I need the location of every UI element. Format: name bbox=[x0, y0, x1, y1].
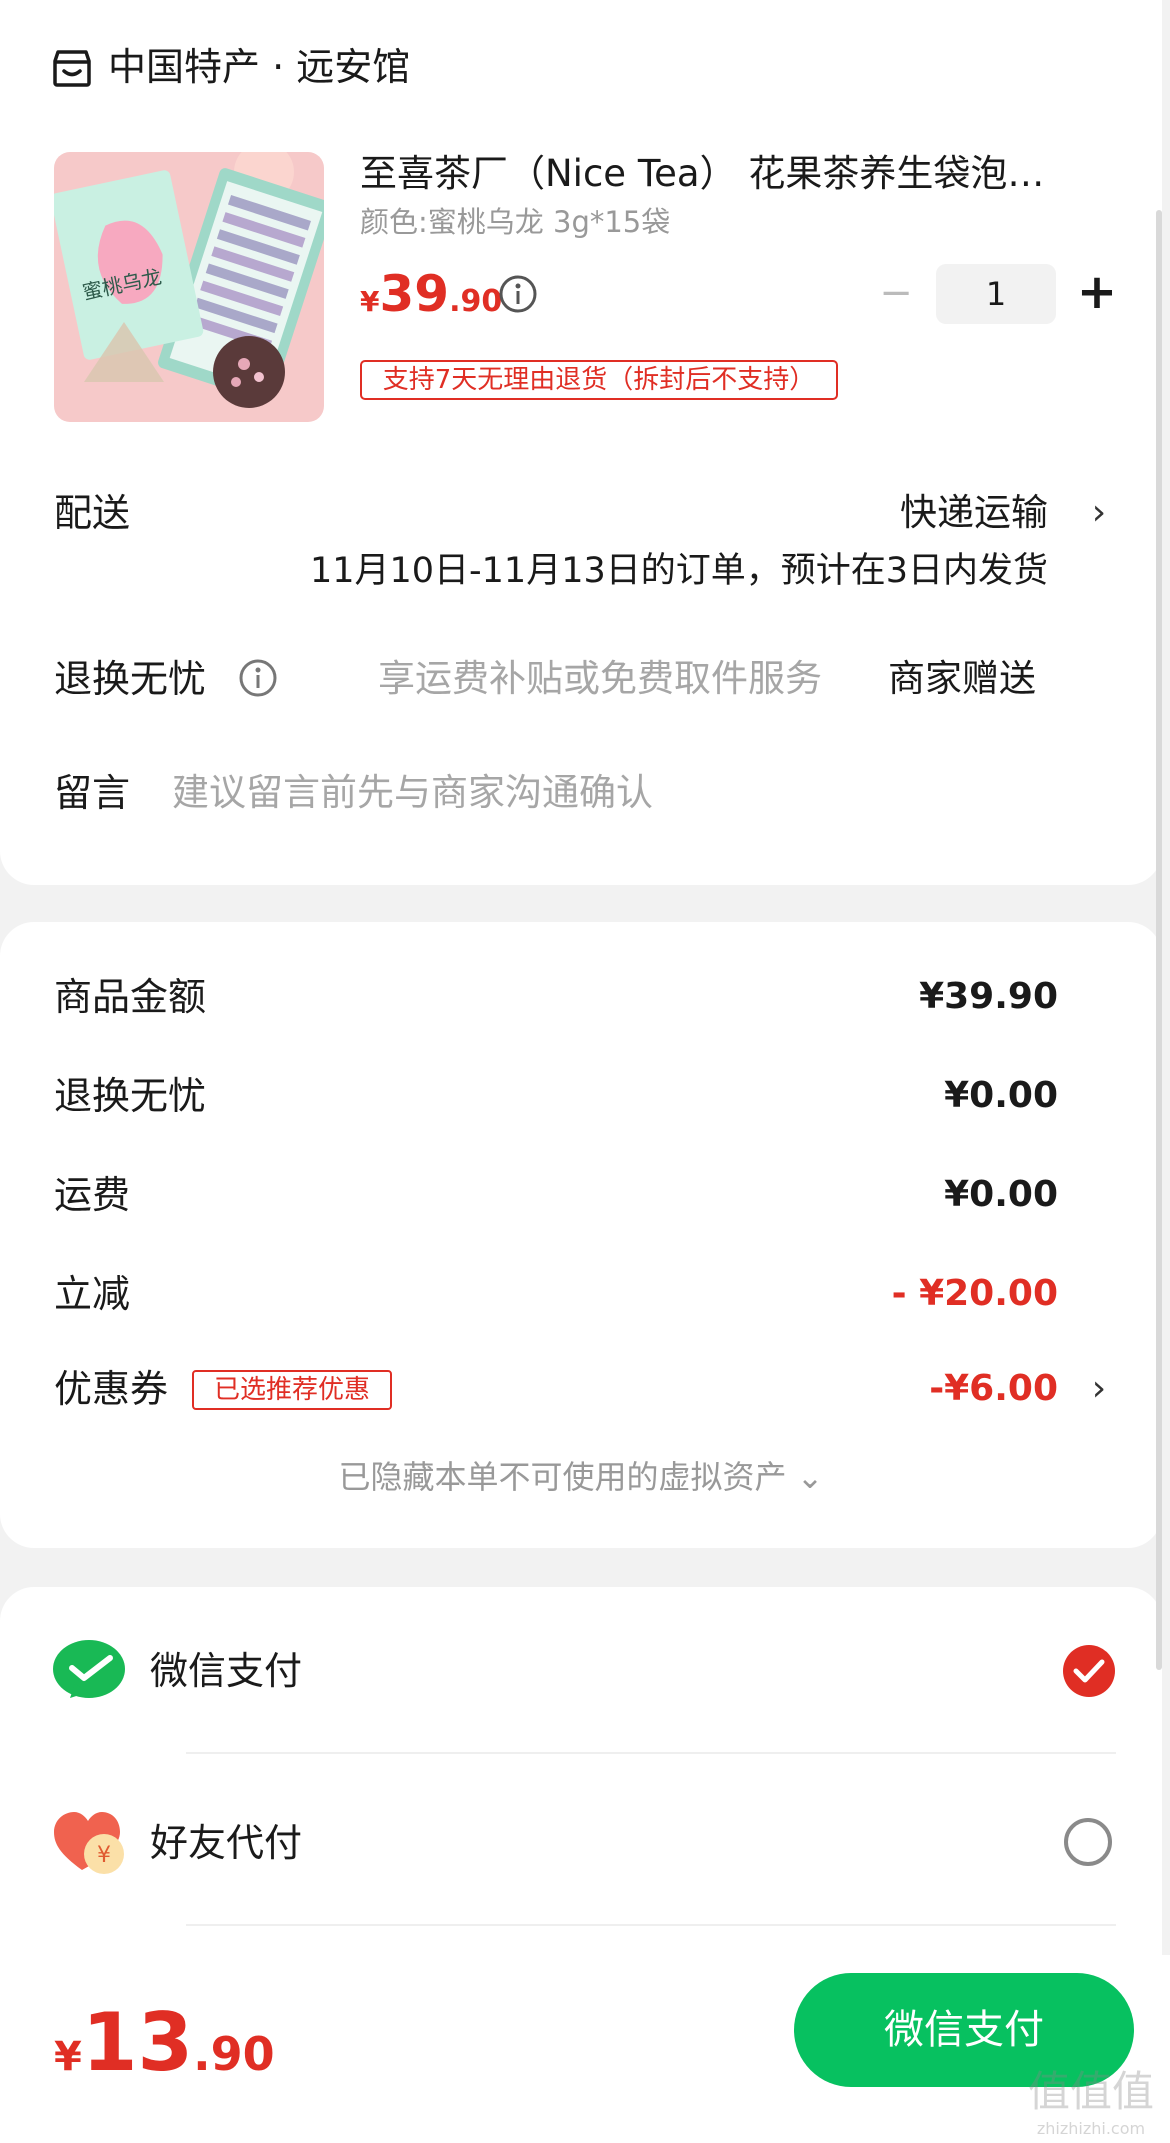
store-icon bbox=[53, 50, 91, 87]
payment-divider bbox=[186, 1924, 1116, 1926]
price-decimal: .90 bbox=[449, 284, 503, 319]
product-variant[interactable]: 颜色:蜜桃乌龙 3g*15袋 bbox=[360, 202, 670, 242]
payment-option-friend[interactable]: 好友代付 bbox=[150, 1816, 302, 1870]
price-symbol: ¥ bbox=[360, 285, 380, 318]
scrollbar[interactable] bbox=[1156, 210, 1162, 1670]
coupon-label: 优惠券 bbox=[54, 1367, 169, 1411]
returns-description: 享运费补贴或免费取件服务 bbox=[378, 657, 822, 700]
selected-check-icon[interactable] bbox=[1062, 1644, 1116, 1698]
total-price: ¥13.90 bbox=[54, 1998, 275, 2110]
friend-pay-icon: ¥ bbox=[54, 1812, 124, 1874]
quantity-value[interactable]: 1 bbox=[936, 264, 1056, 324]
message-label: 留言 bbox=[54, 771, 131, 815]
summary-label-returns: 退换无忧 bbox=[54, 1074, 207, 1118]
wechat-pay-icon bbox=[53, 1640, 125, 1698]
quantity-decrease-button[interactable]: − bbox=[876, 273, 916, 315]
product-title[interactable]: 至喜茶厂（Nice Tea） 花果茶养生袋泡… bbox=[360, 148, 1090, 200]
delivery-label: 配送 bbox=[54, 491, 131, 535]
summary-value-returns: ¥0.00 bbox=[944, 1075, 1058, 1116]
summary-value-goods: ¥39.90 bbox=[919, 976, 1058, 1017]
svg-text:值值值: 值值值 bbox=[1028, 2067, 1154, 2116]
coupon-tag: 已选推荐优惠 bbox=[192, 1370, 392, 1410]
returns-value[interactable]: 商家赠送 bbox=[888, 652, 1036, 706]
delivery-chevron-icon[interactable]: › bbox=[1084, 486, 1114, 540]
summary-label-discount: 立减 bbox=[54, 1272, 131, 1316]
shop-name[interactable]: 中国特产 · 远安馆 bbox=[108, 40, 410, 94]
total-integer: 13 bbox=[81, 1996, 194, 2089]
delivery-note: 11月10日-11月13日的订单，预计在3日内发货 bbox=[309, 551, 1048, 591]
summary-label-goods: 商品金额 bbox=[54, 975, 207, 1019]
total-decimal: .90 bbox=[193, 2027, 275, 2081]
quantity-increase-button[interactable]: + bbox=[1076, 268, 1118, 316]
summary-value-discount: - ¥20.00 bbox=[891, 1273, 1058, 1314]
hidden-assets-toggle[interactable]: 已隐藏本单不可使用的虚拟资产 ⌄ bbox=[0, 1452, 1162, 1502]
svg-text:¥: ¥ bbox=[97, 1843, 111, 1868]
delivery-method[interactable]: 快递运输 bbox=[900, 486, 1048, 540]
product-price: ¥39.90 bbox=[360, 264, 502, 336]
returns-label: 退换无忧 bbox=[54, 657, 207, 701]
product-image[interactable]: 蜜桃乌龙 bbox=[54, 152, 324, 422]
unselected-radio-icon[interactable] bbox=[1064, 1818, 1112, 1866]
coupon-chevron-icon[interactable]: › bbox=[1084, 1362, 1114, 1416]
payment-divider bbox=[186, 1752, 1116, 1754]
price-info-icon[interactable] bbox=[498, 274, 538, 314]
refund-policy-tag: 支持7天无理由退货（拆封后不支持） bbox=[360, 360, 838, 400]
svg-text:zhizhizhi.com: zhizhizhi.com bbox=[1037, 2119, 1145, 2138]
coupon-value[interactable]: -¥6.00 bbox=[929, 1362, 1058, 1416]
price-integer: 39 bbox=[379, 265, 450, 323]
total-symbol: ¥ bbox=[54, 2034, 82, 2080]
payment-option-wechat[interactable]: 微信支付 bbox=[150, 1644, 302, 1698]
message-input[interactable]: 建议留言前先与商家沟通确认 bbox=[172, 766, 653, 820]
order-card bbox=[0, 0, 1162, 885]
summary-label-shipping: 运费 bbox=[54, 1173, 131, 1217]
returns-info-icon[interactable] bbox=[238, 658, 278, 698]
summary-value-shipping: ¥0.00 bbox=[944, 1174, 1058, 1215]
watermark-logo: 值值值 zhizhizhi.com bbox=[1028, 2067, 1154, 2138]
